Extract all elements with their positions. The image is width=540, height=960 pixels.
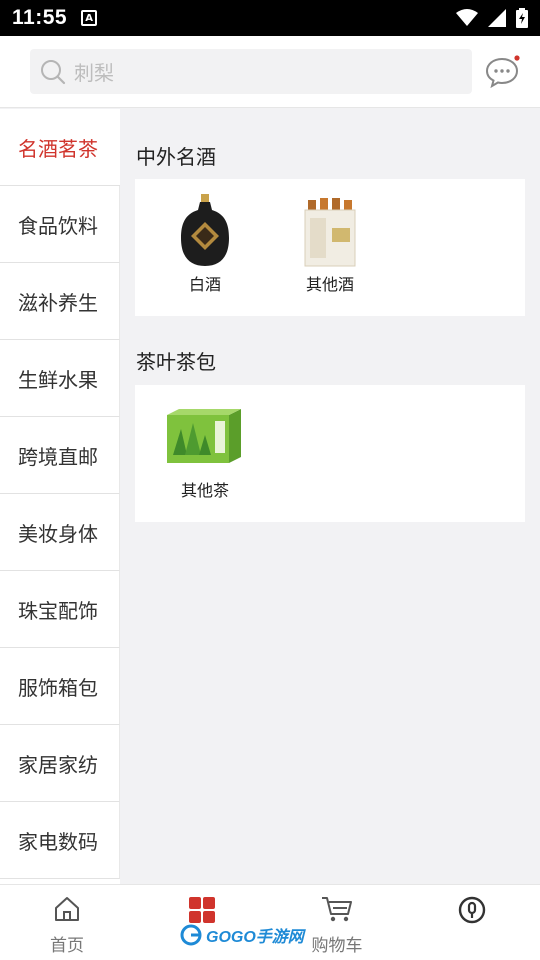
product-label: 其他茶 bbox=[180, 481, 229, 500]
watermark: GOGO手游网 bbox=[180, 923, 304, 947]
sidebar-item-home[interactable]: 家居家纺 bbox=[0, 725, 120, 802]
message-icon[interactable] bbox=[484, 54, 520, 90]
watermark-text: GOGO手游网 bbox=[206, 929, 304, 946]
status-time: 11:55 bbox=[12, 6, 68, 29]
notification-icon: A bbox=[81, 10, 98, 26]
battery-icon bbox=[516, 8, 528, 28]
category-sidebar: 名酒茗茶 食品饮料 滋补养生 生鲜水果 跨境直邮 美妆身体 珠宝配饰 服饰箱包 … bbox=[0, 109, 120, 884]
tea-box-image bbox=[160, 399, 250, 475]
status-bar: 11:55 A bbox=[0, 0, 540, 36]
signal-icon bbox=[488, 9, 506, 27]
cart-icon bbox=[322, 897, 352, 922]
sidebar-item-health[interactable]: 滋补养生 bbox=[0, 263, 120, 340]
product-item[interactable]: 其他茶 bbox=[150, 399, 260, 501]
sidebar-item-jewelry[interactable]: 珠宝配饰 bbox=[0, 571, 120, 648]
nav-cart[interactable]: 购物车 bbox=[292, 895, 382, 956]
nav-cart-label: 购物车 bbox=[311, 936, 363, 956]
section-title: 茶叶茶包 bbox=[136, 350, 216, 374]
profile-icon bbox=[458, 896, 486, 924]
category-icon bbox=[189, 897, 215, 923]
sidebar-item-apparel[interactable]: 服饰箱包 bbox=[0, 648, 120, 725]
product-label: 其他酒 bbox=[305, 275, 354, 294]
product-item[interactable]: 白酒 bbox=[150, 193, 260, 295]
nav-home[interactable]: 首页 bbox=[22, 895, 112, 956]
watermark-logo-icon bbox=[180, 924, 202, 946]
bottom-navigation: 首页 购物车 GOGO手游网 bbox=[0, 884, 540, 960]
sidebar-item-electronics[interactable]: 家电数码 bbox=[0, 802, 120, 879]
nav-profile[interactable] bbox=[427, 895, 517, 929]
product-item[interactable]: 其他酒 bbox=[275, 193, 385, 295]
search-input[interactable]: 刺梨 bbox=[30, 49, 472, 94]
product-grid: 其他茶 bbox=[135, 385, 525, 522]
search-icon bbox=[41, 59, 66, 84]
wifi-icon bbox=[456, 9, 478, 26]
section-title: 中外名酒 bbox=[136, 145, 216, 169]
sidebar-item-food-drinks[interactable]: 食品饮料 bbox=[0, 186, 120, 263]
header: 刺梨 bbox=[0, 36, 540, 108]
home-icon bbox=[55, 897, 79, 921]
sidebar-item-cross-border[interactable]: 跨境直邮 bbox=[0, 417, 120, 494]
sidebar-item-wine-tea[interactable]: 名酒茗茶 bbox=[0, 109, 120, 186]
sidebar-item-beauty[interactable]: 美妆身体 bbox=[0, 494, 120, 571]
baijiu-bottle-image bbox=[165, 193, 245, 269]
wine-box-image bbox=[290, 193, 370, 269]
search-placeholder: 刺梨 bbox=[74, 61, 114, 85]
nav-home-label: 首页 bbox=[50, 936, 84, 956]
sidebar-item-fresh-fruit[interactable]: 生鲜水果 bbox=[0, 340, 120, 417]
category-content: 中外名酒 白酒 其他酒 茶叶茶包 其他茶 bbox=[120, 109, 540, 884]
product-grid: 白酒 其他酒 bbox=[135, 179, 525, 316]
product-label: 白酒 bbox=[188, 275, 221, 294]
